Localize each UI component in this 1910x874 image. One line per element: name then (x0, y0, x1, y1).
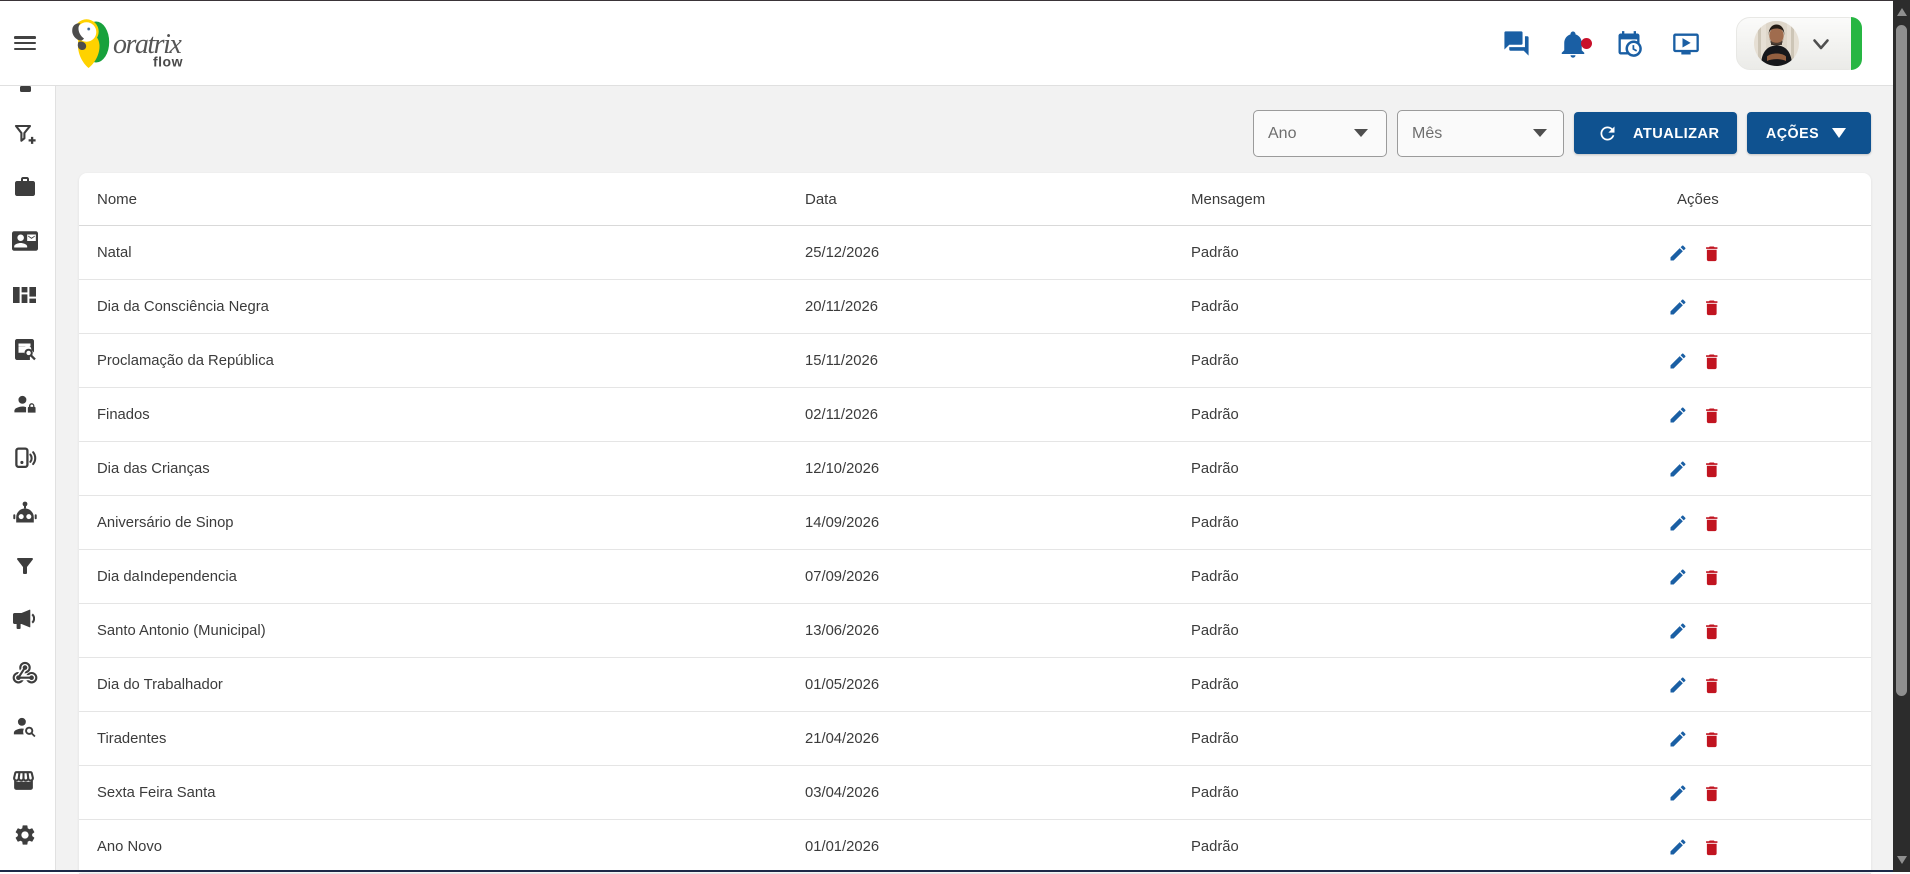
svg-text:flow: flow (153, 54, 183, 70)
